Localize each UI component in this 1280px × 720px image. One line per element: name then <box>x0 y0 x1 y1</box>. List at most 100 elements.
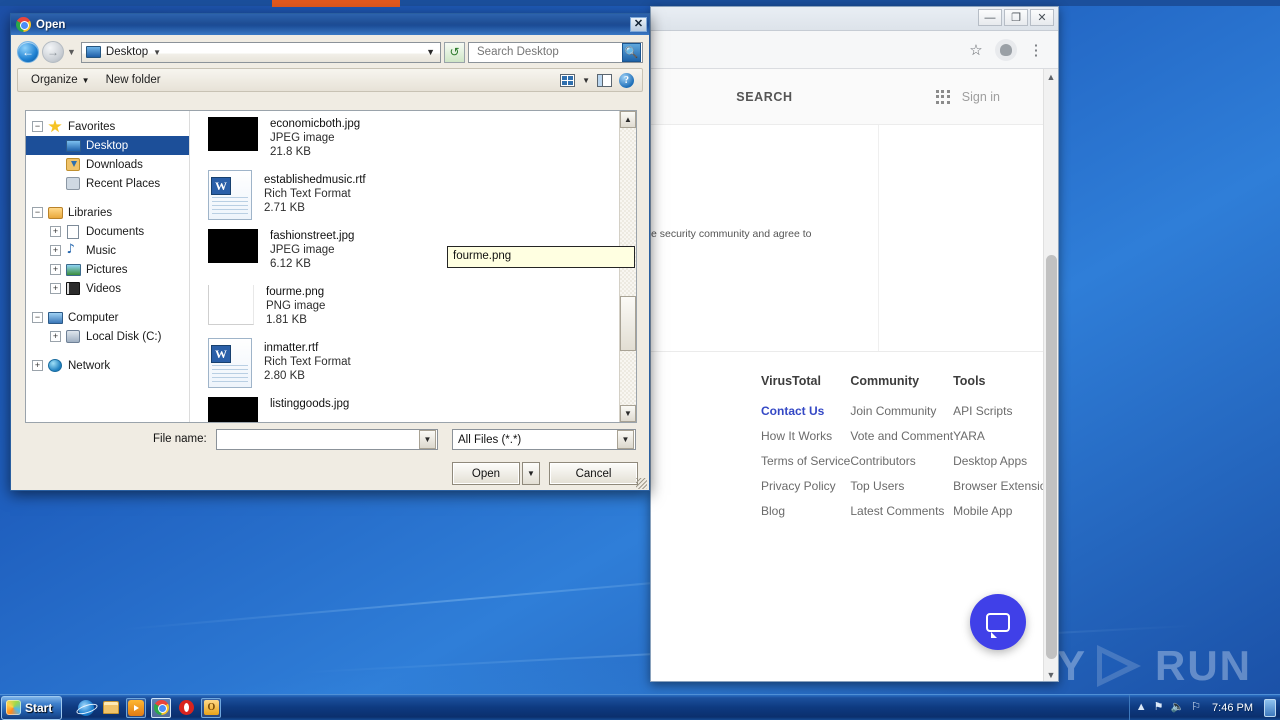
address-crumb-caret-icon[interactable]: ▼ <box>153 48 161 57</box>
footer-link[interactable]: Vote and Comment <box>850 429 953 443</box>
sign-in-link[interactable]: Sign in <box>962 90 1000 104</box>
footer-link[interactable]: Privacy Policy <box>761 479 850 493</box>
network-icon[interactable]: ⚐ <box>1191 702 1201 713</box>
back-button[interactable]: ← <box>17 41 39 63</box>
new-folder-label: New folder <box>105 74 161 86</box>
chat-bubble-icon[interactable] <box>970 594 1026 650</box>
tree-item-videos[interactable]: + Videos <box>26 279 189 298</box>
file-type: Rich Text Format <box>264 188 351 200</box>
filename-dropdown-icon[interactable]: ▼ <box>419 430 436 449</box>
tree-item-pictures[interactable]: + Pictures <box>26 260 189 279</box>
tree-expand-icon[interactable]: + <box>50 331 61 342</box>
scroll-down-arrow-icon[interactable]: ▼ <box>620 405 636 422</box>
grid-apps-icon[interactable] <box>935 89 950 104</box>
tree-item-computer[interactable]: − Computer <box>26 308 189 327</box>
tree-item-local-disk-c[interactable]: + Local Disk (C:) <box>26 327 189 346</box>
history-dropdown-icon[interactable]: ▼ <box>67 47 76 57</box>
tree-expand-icon[interactable]: + <box>50 245 61 256</box>
navigation-tree-pane[interactable]: − Favorites Desktop Downloads Recent Places −… <box>26 111 190 422</box>
action-center-icon[interactable]: ⚑ <box>1154 702 1164 713</box>
taskbar-media-player-icon[interactable] <box>126 697 147 718</box>
show-hidden-icons-icon[interactable]: ▲ <box>1136 702 1147 713</box>
profile-avatar-icon[interactable] <box>992 36 1020 64</box>
tree-item-network[interactable]: + Network <box>26 356 189 375</box>
browser-titlebar[interactable]: — ❐ ✕ <box>651 7 1058 31</box>
browser-minimize-button[interactable]: — <box>978 9 1002 26</box>
cancel-button[interactable]: Cancel <box>549 462 638 485</box>
tree-item-desktop[interactable]: Desktop <box>26 136 189 155</box>
footer-link[interactable]: Contributors <box>850 454 953 468</box>
tree-item-recent-places[interactable]: Recent Places <box>26 174 189 193</box>
forward-button[interactable]: → <box>42 41 64 63</box>
footer-link[interactable]: Join Community <box>850 404 953 418</box>
footer-link[interactable]: Top Users <box>850 479 953 493</box>
open-dropdown-icon[interactable]: ▼ <box>522 462 540 485</box>
file-list-item[interactable]: fourme.png PNG image 1.81 KB <box>190 279 636 335</box>
tree-collapse-icon[interactable]: − <box>32 312 43 323</box>
footer-link[interactable]: Terms of Service <box>761 454 850 468</box>
tree-toggle-placeholder <box>50 159 61 170</box>
search-input[interactable] <box>475 45 613 59</box>
file-list-item[interactable]: economicboth.jpg JPEG image 21.8 KB <box>190 111 636 167</box>
footer-link[interactable]: How It Works <box>761 429 850 443</box>
tree-collapse-icon[interactable]: − <box>32 207 43 218</box>
tree-item-libraries[interactable]: − Libraries <box>26 203 189 222</box>
preview-pane-icon[interactable] <box>597 73 612 87</box>
scroll-down-arrow-icon[interactable]: ▼ <box>1044 667 1058 681</box>
start-button[interactable]: Start <box>1 695 63 720</box>
search-icon[interactable]: 🔍 <box>622 42 641 62</box>
file-list-item[interactable]: establishedmusic.rtf Rich Text Format 2.71… <box>190 167 636 223</box>
scroll-up-arrow-icon[interactable]: ▲ <box>1044 69 1058 84</box>
file-type-combobox[interactable]: All Files (*.*) ▼ <box>452 429 636 450</box>
tree-collapse-icon[interactable]: − <box>32 121 43 132</box>
network-icon <box>47 359 63 373</box>
filename-combobox[interactable]: ▼ <box>216 429 438 450</box>
file-list-item[interactable]: inmatter.rtf Rich Text Format 2.80 KB <box>190 335 636 391</box>
taskbar-internet-explorer-icon[interactable] <box>76 698 96 718</box>
dialog-close-button[interactable]: ✕ <box>630 17 647 32</box>
tree-item-favorites[interactable]: − Favorites <box>26 117 189 136</box>
file-list-item[interactable]: listinggoods.jpg <box>190 391 636 422</box>
taskbar-chrome-icon[interactable] <box>151 697 172 718</box>
view-list-icon[interactable] <box>560 73 576 87</box>
view-chevron-down-icon[interactable]: ▼ <box>582 76 590 85</box>
help-icon[interactable]: ? <box>619 72 634 88</box>
footer-link[interactable]: Blog <box>761 504 850 518</box>
footer-link[interactable]: Latest Comments <box>850 504 953 518</box>
resize-grip[interactable] <box>636 478 647 489</box>
scrollbar-thumb[interactable] <box>620 296 636 351</box>
browser-maximize-button[interactable]: ❐ <box>1004 9 1028 26</box>
search-box[interactable]: 🔍 <box>468 41 643 63</box>
tree-expand-icon[interactable]: + <box>32 360 43 371</box>
taskbar-opera-icon[interactable] <box>176 698 196 718</box>
open-button[interactable]: Open <box>452 462 520 485</box>
filename-input[interactable] <box>217 431 419 448</box>
refresh-button[interactable]: ↺ <box>444 41 465 63</box>
address-dropdown-icon[interactable]: ▼ <box>426 47 437 57</box>
tree-expand-icon[interactable]: + <box>50 283 61 294</box>
file-type-dropdown-icon[interactable]: ▼ <box>617 430 634 449</box>
tree-item-documents[interactable]: + Documents <box>26 222 189 241</box>
tree-expand-icon[interactable]: + <box>50 226 61 237</box>
browser-close-button[interactable]: ✕ <box>1030 9 1054 26</box>
show-desktop-button[interactable] <box>1264 698 1276 717</box>
taskbar-folder-icon[interactable] <box>101 698 121 718</box>
browser-scrollbar-thumb[interactable] <box>1046 255 1057 659</box>
browser-vertical-scrollbar[interactable]: ▲ ▼ <box>1043 69 1058 681</box>
tree-item-downloads[interactable]: Downloads <box>26 155 189 174</box>
taskbar-office-icon[interactable]: O <box>201 697 222 718</box>
new-folder-button[interactable]: New folder <box>98 69 169 91</box>
search-tab-label[interactable]: SEARCH <box>651 90 878 104</box>
bookmark-star-icon[interactable]: ☆ <box>962 36 990 64</box>
volume-icon[interactable]: 🔈 <box>1170 702 1184 713</box>
footer-link[interactable]: Contact Us <box>761 404 850 418</box>
tree-expand-icon[interactable]: + <box>50 264 61 275</box>
taskbar-clock[interactable]: 7:46 PM <box>1208 702 1257 714</box>
address-bar[interactable]: Desktop ▼ ▼ <box>80 41 441 63</box>
scroll-up-arrow-icon[interactable]: ▲ <box>620 111 636 128</box>
file-name: economicboth.jpg <box>270 118 361 130</box>
kebab-menu-icon[interactable]: ⋮ <box>1022 36 1050 64</box>
organize-menu-button[interactable]: Organize ▼ <box>23 69 98 91</box>
dialog-titlebar[interactable]: Open ✕ <box>11 14 649 35</box>
tree-item-music[interactable]: + ♪ Music <box>26 241 189 260</box>
